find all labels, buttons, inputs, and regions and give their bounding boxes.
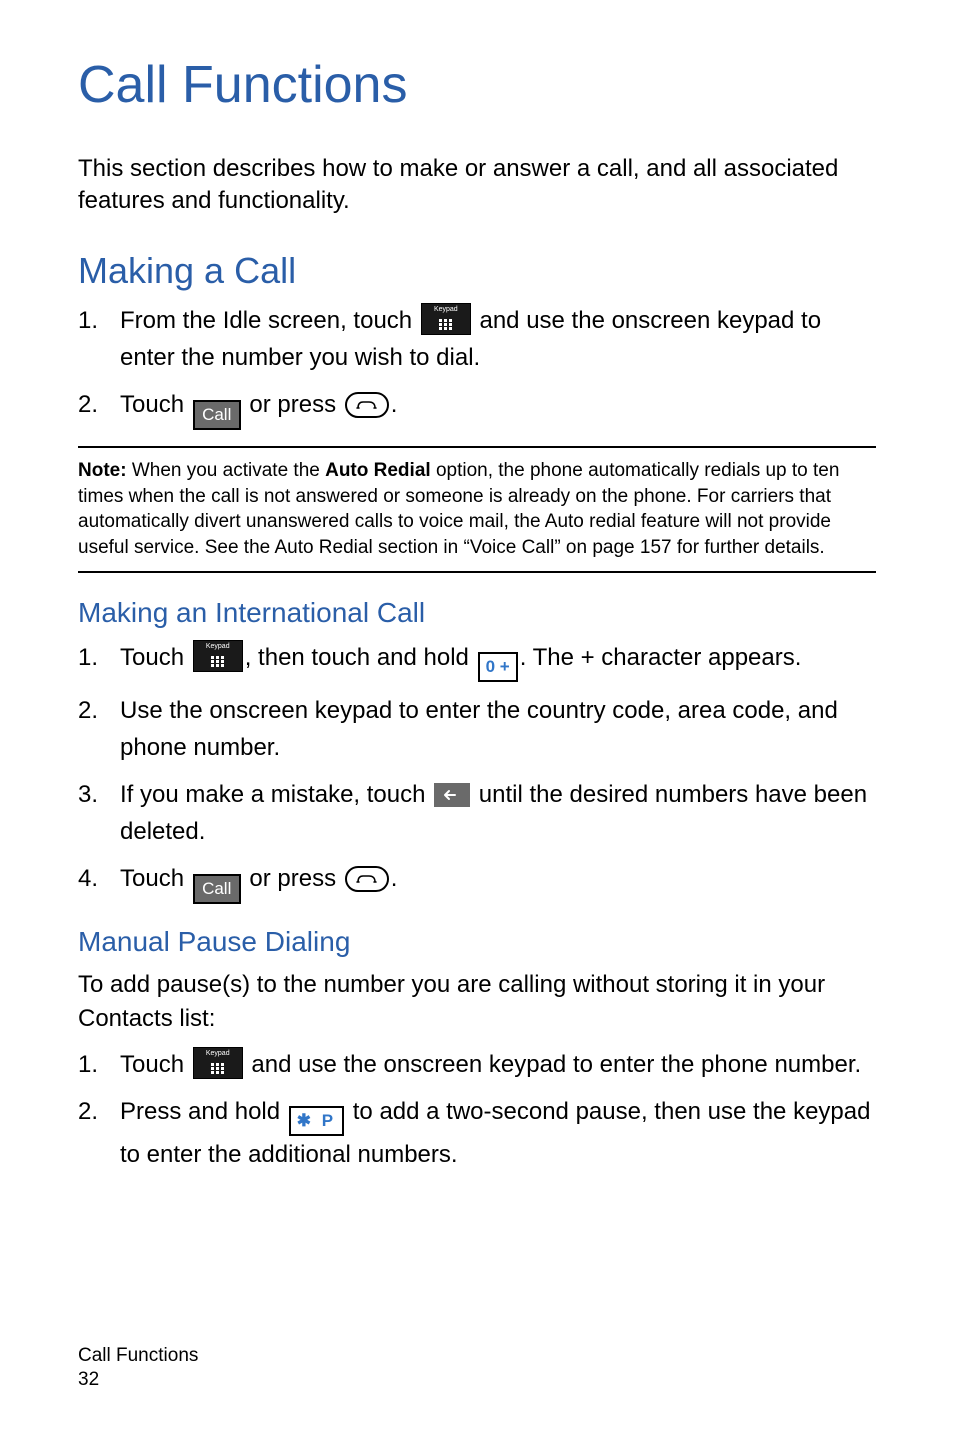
section-making-a-call: Making a Call	[78, 250, 876, 292]
send-key-icon	[345, 866, 389, 892]
section-manual-pause: Manual Pause Dialing	[78, 926, 876, 958]
manual-pause-steps: Touch and use the onscreen keypad to ent…	[78, 1046, 876, 1173]
keypad-icon	[193, 1047, 243, 1079]
call-button-icon: Call	[193, 874, 241, 904]
manual-pause-intro: To add pause(s) to the number you are ca…	[78, 968, 876, 1035]
step-text: .	[391, 391, 398, 418]
step-text: If you make a mistake, touch	[120, 781, 432, 808]
note-bold: Auto Redial	[325, 460, 431, 481]
step-text: , then touch and hold	[245, 644, 476, 671]
list-item: If you make a mistake, touch until the d…	[78, 776, 876, 850]
list-item: Touch Call or press .	[78, 386, 876, 430]
page-footer: Call Functions 32	[78, 1344, 198, 1393]
footer-page-number: 32	[78, 1368, 198, 1393]
zero-plus-key-icon: 0 +	[478, 652, 518, 682]
list-item: Touch Call or press .	[78, 860, 876, 904]
step-text: Touch	[120, 1051, 191, 1078]
list-item: From the Idle screen, touch and use the …	[78, 302, 876, 376]
list-item: Touch , then touch and hold 0 +. The + c…	[78, 639, 876, 682]
step-text: Press and hold	[120, 1098, 287, 1125]
international-call-steps: Touch , then touch and hold 0 +. The + c…	[78, 639, 876, 905]
step-text: and use the onscreen keypad to enter the…	[245, 1051, 861, 1078]
step-text: or press	[243, 865, 343, 892]
keypad-icon	[421, 303, 471, 335]
backspace-icon	[434, 783, 470, 807]
step-text: Use the onscreen keypad to enter the cou…	[120, 697, 838, 761]
step-text: From the Idle screen, touch	[120, 307, 419, 334]
page-title: Call Functions	[78, 55, 876, 115]
step-text: Touch	[120, 865, 191, 892]
footer-label: Call Functions	[78, 1344, 198, 1369]
step-text: .	[391, 865, 398, 892]
list-item: Touch and use the onscreen keypad to ent…	[78, 1046, 876, 1083]
making-call-steps: From the Idle screen, touch and use the …	[78, 302, 876, 430]
step-text: . The + character appears.	[520, 644, 802, 671]
list-item: Use the onscreen keypad to enter the cou…	[78, 692, 876, 766]
intro-text: This section describes how to make or an…	[78, 153, 876, 218]
step-text: Touch	[120, 644, 191, 671]
keypad-icon	[193, 640, 243, 672]
step-text: or press	[243, 391, 343, 418]
note-label: Note:	[78, 460, 132, 481]
list-item: Press and hold ✱ P to add a two-second p…	[78, 1093, 876, 1173]
send-key-icon	[345, 392, 389, 418]
call-button-icon: Call	[193, 400, 241, 430]
step-text: Touch	[120, 391, 191, 418]
note-text: When you activate the	[132, 460, 325, 481]
section-international-call: Making an International Call	[78, 597, 876, 629]
star-p-key-icon: ✱ P	[289, 1106, 344, 1136]
note-box: Note: When you activate the Auto Redial …	[78, 446, 876, 573]
